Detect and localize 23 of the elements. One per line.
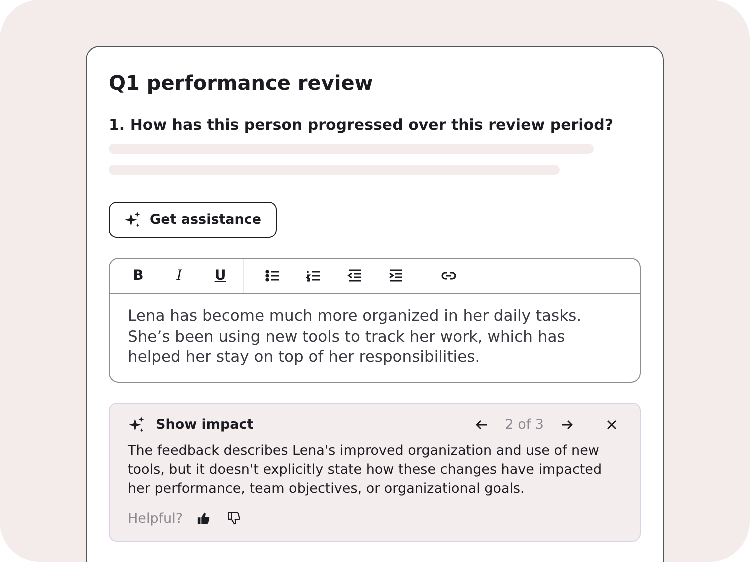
indent-icon [388,268,404,284]
helpful-label: Helpful? [128,510,184,526]
close-icon [606,418,618,430]
bold-button[interactable]: B [118,262,159,290]
question-text: 1. How has this person progressed over this review period? [109,116,615,134]
numbered-list-icon [306,268,322,284]
sparkle-icon [124,211,142,229]
thumbs-down-icon [228,512,242,525]
sparkle-icon [128,416,146,434]
left-arrow-icon [475,418,490,432]
thumbs-up-icon [197,512,210,525]
text-editor[interactable]: B I U Lena has become much more organized in her daily tasks. She’s been using new tools to track her work, which has helped her stay on top of her responsibilities. [109,258,641,382]
editor-text[interactable]: Lena has become much more organized in her daily tasks. She’s been using new tools to track her work, which has helped her stay on top of her responsibilities. [110,294,640,382]
assistance-button[interactable]: Get assistance [109,202,277,238]
right-arrow-icon [560,418,574,432]
italic-button[interactable]: I [159,262,200,290]
underline-button[interactable]: U [200,262,241,290]
bullet-list-icon [264,268,280,284]
suggestion-title: Show impact [156,416,255,432]
page-counter: 2 of 3 [505,416,544,432]
outdent-icon [346,268,362,284]
suggestion-text: The feedback describes Lena's improved organization and use of new tools, but it doesn't explicitly state how these changes have impacted her performance, team objectives, or organizational goals. [128,442,604,498]
review-title: Q1 performance review [109,71,374,95]
